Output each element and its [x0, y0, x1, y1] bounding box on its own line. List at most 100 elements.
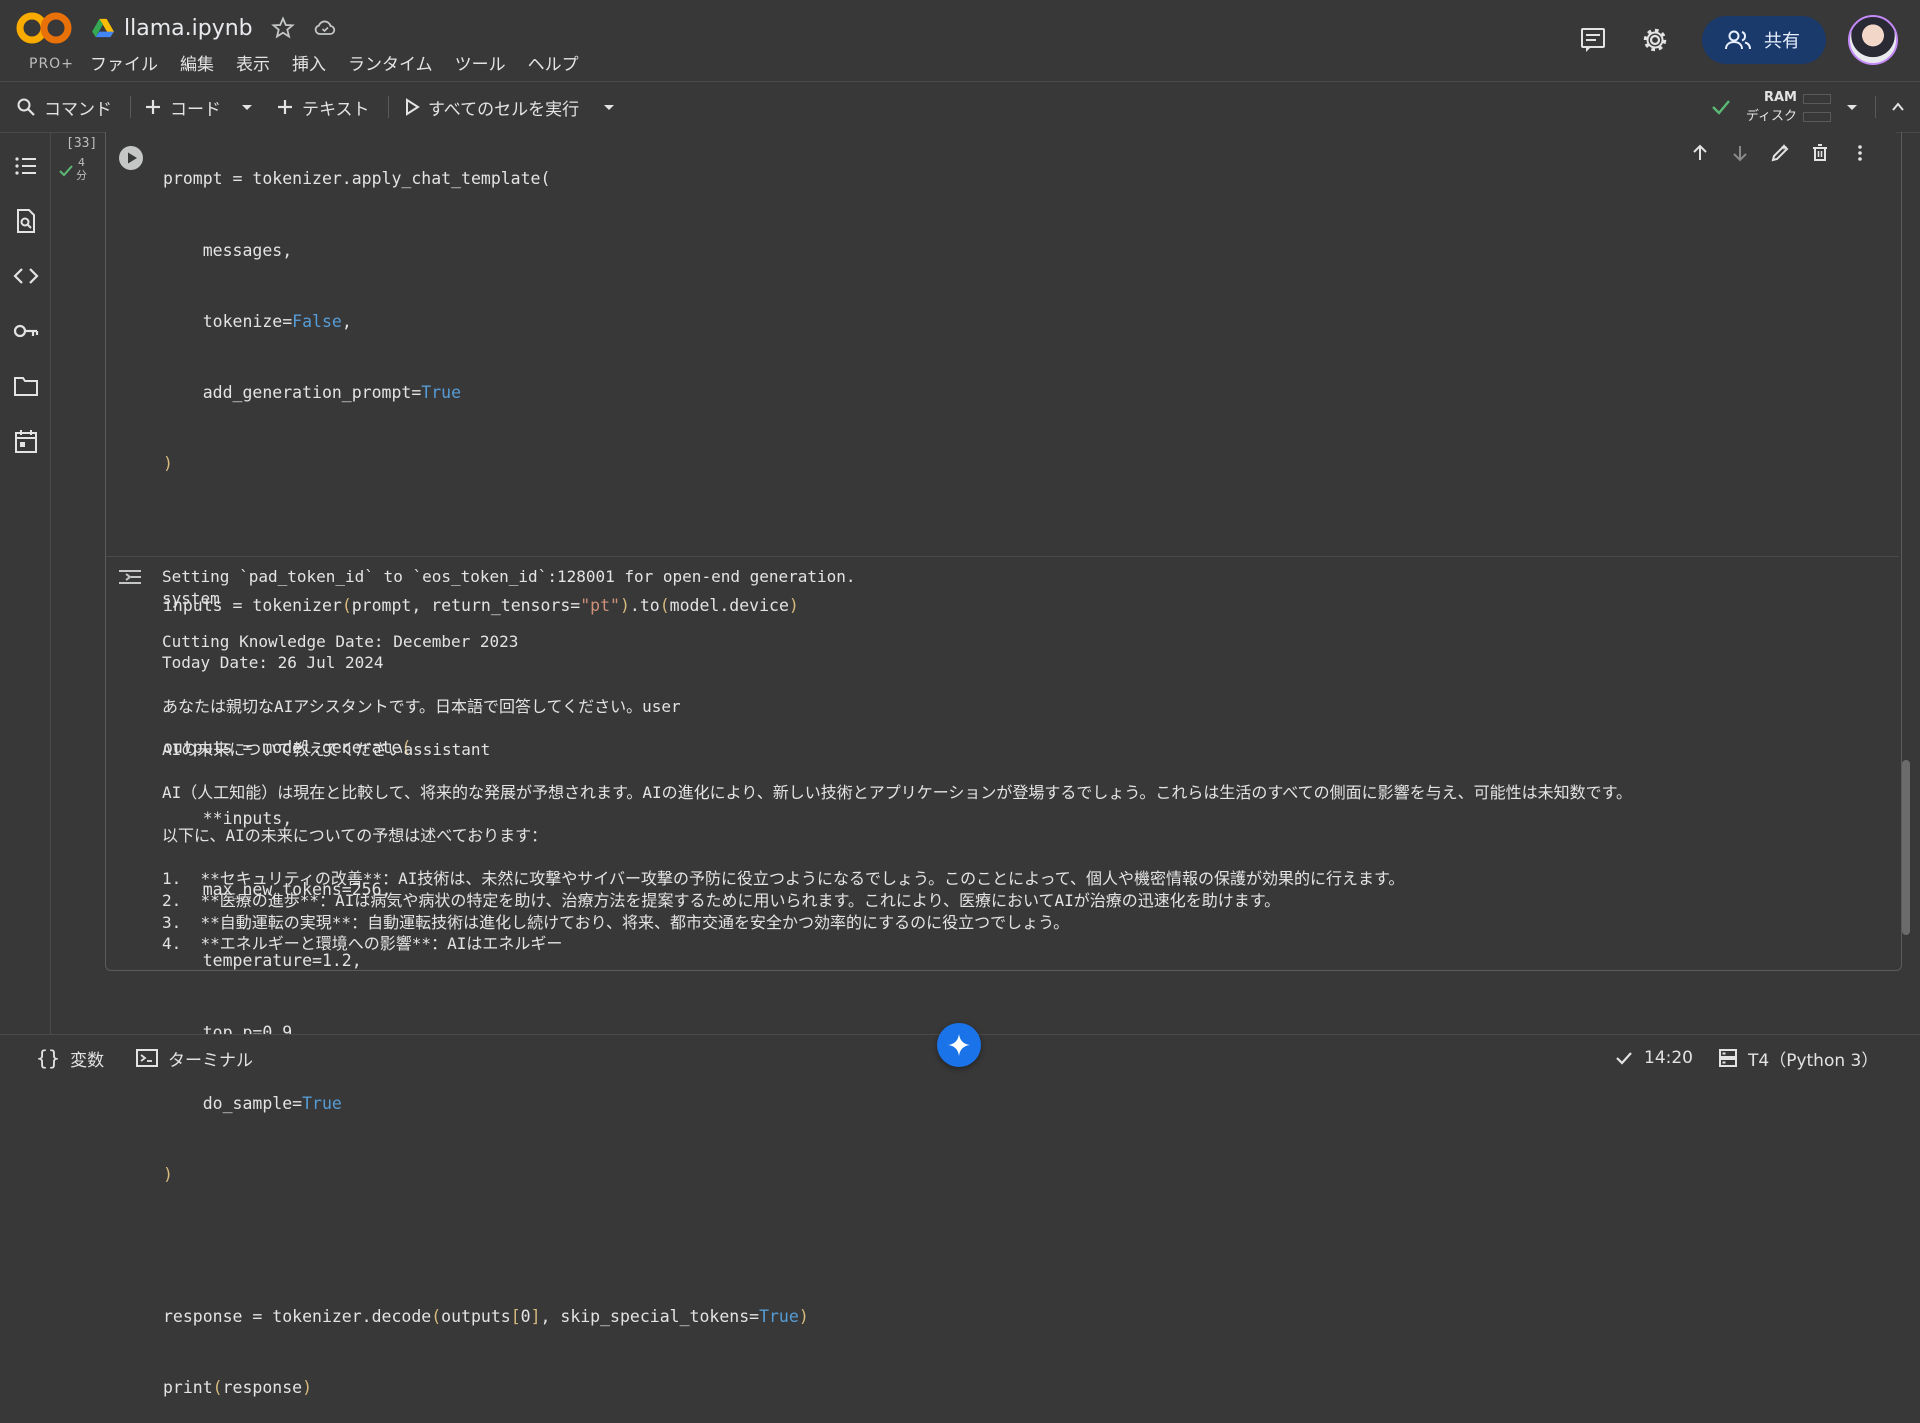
- notebook-title[interactable]: llama.ipynb: [124, 16, 253, 41]
- code-token: False: [292, 311, 342, 331]
- braces-icon: {}: [36, 1046, 61, 1070]
- code-line: do_sample=True: [163, 1093, 342, 1113]
- folder-icon[interactable]: [12, 372, 40, 400]
- toolbar-divider: [130, 96, 131, 118]
- play-icon: [406, 98, 420, 116]
- output-line: 3. **自動運転の実現**：自動運転技術は進化し続けており、将来、都市交通を安…: [162, 912, 1070, 932]
- edit-button[interactable]: [1760, 140, 1800, 166]
- app-header: PRO+ llama.ipynb ファイル 編集 表示 挿入 ランタイム ツール…: [0, 0, 1920, 80]
- menu-edit[interactable]: 編集: [180, 50, 214, 75]
- variables-button[interactable]: {} 変数: [36, 1035, 104, 1081]
- code-token: True: [759, 1306, 799, 1326]
- run-all-label: すべてのセルを実行: [428, 99, 580, 120]
- share-button[interactable]: 共有: [1702, 16, 1826, 64]
- chevron-down-icon[interactable]: [1845, 100, 1859, 114]
- cell-toolbar: [1680, 140, 1880, 166]
- execution-time: 4 分: [76, 156, 87, 182]
- terminal-icon: [136, 1049, 158, 1067]
- search-icon: [17, 98, 35, 116]
- resource-status: RAM ディスク: [1710, 82, 1920, 132]
- key-icon[interactable]: [12, 317, 40, 345]
- edit-icon: [1771, 144, 1789, 162]
- code-icon[interactable]: [12, 262, 40, 290]
- delete-cell-button[interactable]: [1800, 140, 1840, 166]
- output-line: system: [162, 588, 220, 608]
- output-line: 4. **エネルギーと環境への影響**：AIはエネルギー: [162, 934, 563, 954]
- trash-icon: [1813, 144, 1827, 161]
- check-icon: [59, 165, 73, 177]
- more-vert-icon: [1858, 145, 1862, 161]
- output-line: 1. **セキュリティの改善**：AI技術は、未然に攻撃やサイバー攻撃の予防に役…: [162, 869, 1405, 889]
- server-icon: [1719, 1049, 1737, 1067]
- menu-insert[interactable]: 挿入: [292, 50, 326, 75]
- sparkle-icon: [948, 1034, 970, 1056]
- disk-meter: [1803, 112, 1831, 122]
- add-text-label: テキスト: [302, 99, 370, 120]
- toolbar-divider: [1875, 96, 1876, 118]
- cloud-icon[interactable]: [313, 16, 337, 40]
- menu-view[interactable]: 表示: [236, 50, 270, 75]
- resource-meters[interactable]: [1803, 92, 1831, 122]
- colab-logo[interactable]: PRO+: [16, 10, 76, 72]
- scroll-clip: [106, 131, 1896, 139]
- move-down-button[interactable]: [1720, 140, 1760, 166]
- share-label: 共有: [1764, 31, 1800, 52]
- code-line: messages,: [163, 240, 293, 260]
- terminal-button[interactable]: ターミナル: [136, 1035, 253, 1081]
- check-icon: [1712, 100, 1730, 115]
- gemini-button[interactable]: [937, 1023, 981, 1067]
- gear-icon[interactable]: [1640, 25, 1670, 55]
- code-line: add_generation_prompt=True: [163, 382, 462, 402]
- code-token: True: [302, 1093, 342, 1113]
- cell-output[interactable]: Setting `pad_token_id` to `eos_token_id`…: [162, 566, 1862, 955]
- more-options-button[interactable]: [1840, 140, 1880, 166]
- menu-file[interactable]: ファイル: [90, 50, 158, 75]
- ram-meter: [1803, 94, 1831, 104]
- output-line: あなたは親切なAIアシスタントです。日本語で回答してください。user: [162, 696, 681, 716]
- move-up-button[interactable]: [1680, 140, 1720, 166]
- output-line: 2. **医療の進歩**：AIは病気や病状の特定を助け、治療方法を提案するために…: [162, 890, 1281, 910]
- plus-icon: [146, 100, 160, 114]
- output-line: Today Date: 26 Jul 2024: [162, 653, 384, 673]
- last-run-status[interactable]: 14:20: [1614, 1035, 1693, 1081]
- code-token: True: [421, 382, 462, 402]
- chevron-up-icon[interactable]: [1890, 99, 1906, 115]
- resource-labels[interactable]: RAM ディスク: [1746, 88, 1797, 126]
- scrollbar-thumb[interactable]: [1902, 760, 1910, 935]
- title-row: llama.ipynb: [92, 14, 337, 42]
- arrow-up-icon: [1693, 144, 1707, 160]
- comment-icon[interactable]: [1578, 25, 1608, 55]
- command-palette-button[interactable]: コマンド: [16, 82, 112, 132]
- output-icon[interactable]: [117, 566, 143, 588]
- calendar-icon[interactable]: [12, 427, 40, 455]
- avatar[interactable]: [1848, 15, 1898, 65]
- terminal-label: ターミナル: [168, 1050, 253, 1071]
- toc-icon[interactable]: [12, 152, 40, 180]
- menu-bar: ファイル 編集 表示 挿入 ランタイム ツール ヘルプ: [90, 50, 579, 75]
- add-code-label: コード: [170, 99, 221, 120]
- runtime-status[interactable]: T4（Python 3）: [1718, 1035, 1878, 1081]
- find-icon[interactable]: [12, 207, 40, 235]
- output-line: AI（人工知能）は現在と比較して、将来的な発展が予想されます。AIの進化により、…: [162, 782, 1633, 802]
- chevron-down-icon: [242, 105, 252, 110]
- execution-time-value: 4: [78, 156, 85, 169]
- menu-help[interactable]: ヘルプ: [528, 50, 579, 75]
- play-circle-icon[interactable]: [118, 145, 144, 171]
- output-line: AIの未来について教えてくださいassistant: [162, 739, 491, 759]
- people-icon: [1725, 30, 1751, 50]
- code-line: ): [163, 1164, 173, 1184]
- star-icon[interactable]: [270, 16, 295, 40]
- toolbar-divider: [388, 96, 389, 118]
- last-run-time: 14:20: [1644, 1048, 1693, 1068]
- menu-runtime[interactable]: ランタイム: [348, 50, 433, 75]
- menu-tools[interactable]: ツール: [455, 50, 506, 75]
- drive-icon: [92, 18, 114, 38]
- output-divider: [106, 556, 1899, 557]
